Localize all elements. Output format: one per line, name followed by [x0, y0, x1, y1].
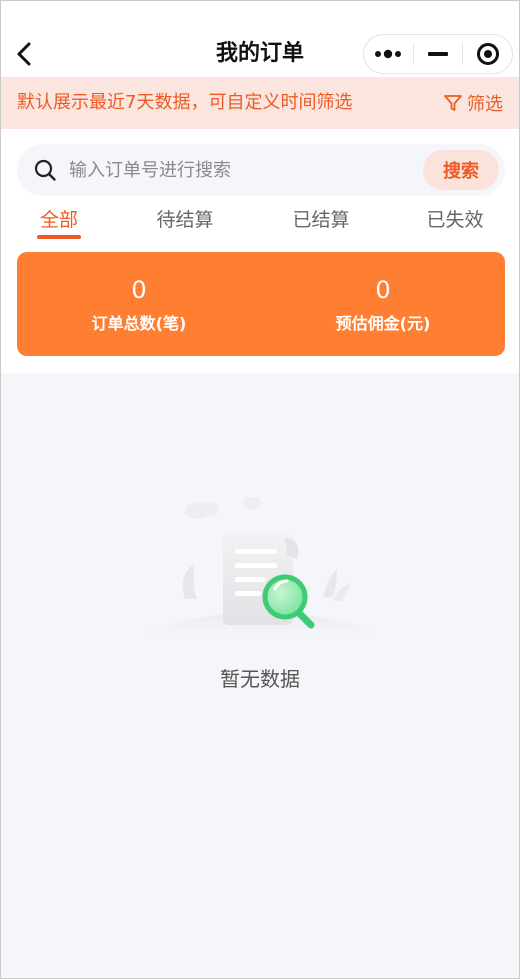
stat-label: 订单总数(笔) [91, 314, 187, 333]
search-button[interactable]: 搜索 [423, 150, 499, 190]
stat-estimated-commission: 0 预估佣金(元) [261, 252, 505, 356]
stat-value: 0 [375, 276, 391, 304]
empty-state-text: 暂无数据 [220, 667, 300, 691]
header-panel: 搜索 全部 待结算 已结算 已失效 0 订单总数(笔) 0 [1, 129, 519, 373]
minimize-button[interactable] [414, 35, 463, 73]
mini-program-capsule [363, 34, 513, 74]
tab-invalid[interactable]: 已失效 [421, 207, 489, 241]
tab-pending[interactable]: 待结算 [151, 207, 219, 241]
filter-button[interactable]: 筛选 [443, 77, 503, 129]
tab-all[interactable]: 全部 [33, 207, 85, 241]
stat-value: 0 [131, 276, 147, 304]
app-frame: 我的订单 默认展示最近7天数据，可自定义时间筛选 筛选 输入订单号进行搜索 搜索… [0, 0, 520, 979]
search-icon [34, 159, 56, 181]
notice-text: 默认展示最近7天数据，可自定义时间筛选 [17, 92, 353, 113]
notice-bar: 默认展示最近7天数据，可自定义时间筛选 筛选 [1, 77, 519, 129]
target-circle-icon [476, 43, 499, 65]
more-button[interactable] [364, 35, 413, 73]
search-bar: 搜索 [17, 144, 505, 196]
empty-document-magnifier-icon [137, 497, 387, 635]
minimize-icon [428, 52, 448, 56]
tab-label: 待结算 [156, 209, 214, 231]
stat-label: 预估佣金(元) [335, 314, 431, 333]
order-status-tabs: 全部 待结算 已结算 已失效 [1, 207, 519, 241]
chevron-left-icon [17, 42, 31, 66]
tab-label: 已结算 [292, 209, 350, 231]
tab-label: 已失效 [426, 209, 484, 231]
back-button[interactable] [9, 37, 39, 71]
nav-bar: 我的订单 [1, 1, 519, 77]
tab-settled[interactable]: 已结算 [287, 207, 355, 241]
stats-card: 0 订单总数(笔) 0 预估佣金(元) [17, 252, 505, 356]
close-button[interactable] [463, 35, 512, 73]
funnel-icon [444, 95, 462, 111]
filter-label: 筛选 [467, 94, 503, 115]
tab-label: 全部 [39, 209, 78, 231]
stat-order-count: 0 订单总数(笔) [17, 252, 261, 356]
tab-active-indicator [37, 235, 81, 239]
more-dots-icon [375, 49, 402, 59]
search-input[interactable] [69, 144, 419, 196]
